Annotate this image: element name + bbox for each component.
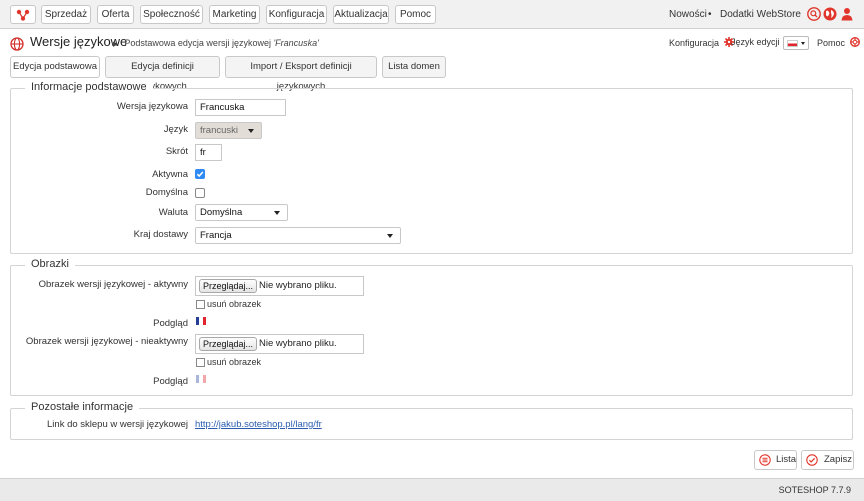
inactive-image-file-input[interactable]: Przeglądaj... Nie wybrano pliku. xyxy=(195,334,364,354)
news-link[interactable]: Nowości xyxy=(669,0,707,29)
config-link[interactable]: Konfiguracja xyxy=(669,37,734,48)
footer: SOTESHOP 7.7.9 xyxy=(0,478,864,501)
flag-pl-icon xyxy=(787,40,798,47)
version-field[interactable]: Francuska xyxy=(195,99,286,116)
save-button[interactable]: Zapisz xyxy=(801,450,854,470)
top-navigation: Sprzedaż Oferta Społeczność Marketing Ko… xyxy=(0,0,864,29)
list-button[interactable]: Lista xyxy=(754,450,797,470)
globe-icon[interactable] xyxy=(823,7,837,21)
edit-language-select[interactable] xyxy=(783,36,809,50)
active-image-remove-label: usuń obrazek xyxy=(207,299,262,309)
flag-fr-icon xyxy=(196,317,206,325)
list-icon xyxy=(759,454,771,466)
other-info-legend: Pozostałe informacje xyxy=(25,401,140,413)
help-label: Pomoc xyxy=(817,38,846,48)
logo-icon xyxy=(16,9,30,21)
active-label: Aktywna xyxy=(152,169,188,180)
default-label: Domyślna xyxy=(145,187,188,198)
version-label: SOTESHOP 7.7.9 xyxy=(778,485,851,495)
country-value: Francja xyxy=(200,230,232,241)
tab-import-export[interactable]: Import / Eksport definicji językowych xyxy=(225,56,377,92)
lifebuoy-icon xyxy=(849,36,860,48)
country-select[interactable]: Francja xyxy=(195,227,401,244)
short-label: Skrót xyxy=(165,146,188,157)
nav-marketing[interactable]: Marketing xyxy=(209,5,260,24)
inactive-preview-label: Podgląd xyxy=(153,376,188,387)
currency-select[interactable]: Domyślna xyxy=(195,204,288,221)
active-image-no-file: Nie wybrano pliku. xyxy=(259,280,337,291)
nav-pomoc[interactable]: Pomoc xyxy=(395,5,436,24)
inactive-image-browse-button[interactable]: Przeglądaj... xyxy=(199,337,258,351)
shop-link[interactable]: http://jakub.soteshop.pl/lang/fr xyxy=(195,419,322,430)
images-legend: Obrazki xyxy=(25,258,75,270)
config-label: Konfiguracja xyxy=(669,38,720,48)
chevron-down-icon xyxy=(274,211,280,215)
chevron-down-icon xyxy=(248,129,254,133)
nav-separator: • xyxy=(708,9,712,20)
addons-link[interactable]: Dodatki WebStore xyxy=(720,0,801,29)
page-header: Wersje językowe ▶ Podstawowa edycja wersj… xyxy=(0,29,864,55)
active-preview-label: Podgląd xyxy=(153,318,188,329)
save-button-label: Zapisz xyxy=(824,454,852,465)
list-button-label: Lista xyxy=(776,454,797,465)
currency-label: Waluta xyxy=(158,207,188,218)
search-icon[interactable] xyxy=(807,7,821,21)
nav-sprzedaz[interactable]: Sprzedaż xyxy=(41,5,91,24)
flag-fr-inactive-icon xyxy=(196,375,206,383)
active-image-browse-button[interactable]: Przeglądaj... xyxy=(199,279,258,293)
inactive-image-label: Obrazek wersji językowej - nieaktywny xyxy=(25,336,188,347)
version-label: Wersja językowa xyxy=(116,101,188,112)
language-value: francuski xyxy=(200,125,239,136)
logo-button[interactable] xyxy=(10,5,36,24)
tab-language-definitions[interactable]: Edycja definicji językowych xyxy=(105,56,220,92)
check-icon xyxy=(196,171,204,178)
nav-aktualizacja[interactable]: Aktualizacja xyxy=(333,5,389,24)
help-link[interactable]: Pomoc xyxy=(817,36,860,48)
default-checkbox[interactable] xyxy=(195,188,205,198)
active-image-file-input[interactable]: Przeglądaj... Nie wybrano pliku. xyxy=(195,276,364,296)
nav-konfiguracja[interactable]: Konfiguracja xyxy=(266,5,327,24)
active-image-label: Obrazek wersji językowej - aktywny xyxy=(38,279,188,290)
tab-basic-edit[interactable]: Edycja podstawowa xyxy=(10,56,100,78)
inactive-image-no-file: Nie wybrano pliku. xyxy=(259,338,337,349)
edit-language-label: Język edycji xyxy=(731,37,780,47)
breadcrumb-arrow-icon: ▶ xyxy=(113,41,119,48)
inactive-image-remove-checkbox[interactable] xyxy=(196,358,205,367)
user-icon[interactable] xyxy=(840,7,854,21)
nav-oferta[interactable]: Oferta xyxy=(97,5,134,24)
chevron-down-icon xyxy=(801,42,805,45)
breadcrumb: ▶ Podstawowa edycja wersji językowej 'Fra… xyxy=(113,38,319,48)
language-label: Język xyxy=(163,124,188,135)
breadcrumb-prefix: Podstawowa edycja wersji językowej xyxy=(124,38,274,48)
currency-value: Domyślna xyxy=(200,207,243,218)
language-select: francuski xyxy=(195,122,262,139)
active-image-remove-checkbox[interactable] xyxy=(196,300,205,309)
inactive-image-remove-label: usuń obrazek xyxy=(207,357,262,367)
language-globe-icon xyxy=(10,37,24,51)
chevron-down-icon xyxy=(387,234,393,238)
basic-info-legend: Informacje podstawowe xyxy=(25,81,153,93)
country-label: Kraj dostawy xyxy=(133,229,188,240)
nav-spolecznosc[interactable]: Społeczność xyxy=(140,5,203,24)
tab-domain-list[interactable]: Lista domen xyxy=(382,56,446,78)
short-field[interactable]: fr xyxy=(195,144,222,161)
shop-link-label: Link do sklepu w wersji językowej xyxy=(47,419,188,430)
breadcrumb-item-name: 'Francuska' xyxy=(273,38,319,48)
check-circle-icon xyxy=(806,454,818,466)
active-checkbox[interactable] xyxy=(195,169,205,179)
